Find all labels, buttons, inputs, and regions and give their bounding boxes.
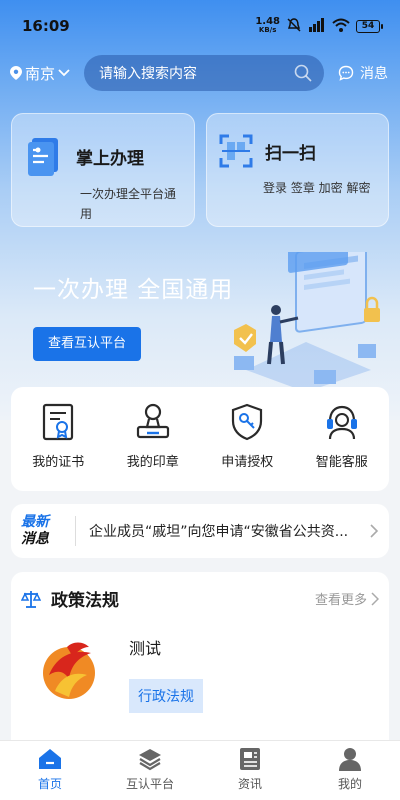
bottom-tab-bar: 首页 互认平台 资讯 我的 [0,740,400,800]
message-label: 消息 [360,66,388,82]
header: 南京 请输入搜索内容 消息 [0,54,400,92]
user-icon [339,748,361,771]
news-text: 企业成员“戚坦”向您申请“安徽省公共资... [89,524,349,540]
policy-item-title: 测试 [129,639,162,658]
quick-action-label: 我的证书 [32,455,85,470]
chevron-right-icon [370,524,379,538]
view-more-label: 查看更多 [314,593,367,608]
smart-service-button[interactable]: 智能客服 [302,403,382,491]
policy-title: 政策法规 [51,591,119,611]
news-tag-line1: 最新 [21,514,49,530]
tab-label: 首页 [37,777,62,791]
card-description: 一次办理全平台通用 [80,187,177,221]
mute-icon [286,17,302,36]
city-selector[interactable]: 南京 [10,63,84,84]
my-certificate-button[interactable]: 我的证书 [18,403,98,491]
quick-action-label: 申请授权 [221,455,274,470]
phoenix-logo [43,642,95,699]
signal-icon [308,17,326,35]
wifi-icon [332,18,350,35]
scan-icon [219,134,253,168]
seal-icon [136,403,169,439]
search-icon [294,64,312,82]
headset-icon [326,405,357,440]
net-speed: 1.48 KB/s [255,17,280,35]
status-time: 16:09 [22,17,70,35]
card-title: 扫一扫 [265,143,316,164]
document-icon [28,138,58,176]
search-placeholder: 请输入搜索内容 [99,66,197,82]
tab-home[interactable]: 首页 [0,741,100,800]
view-more-link[interactable]: 查看更多 [315,589,379,608]
apply-authorization-button[interactable]: 申请授权 [207,403,287,491]
chevron-right-icon [371,591,379,606]
city-label: 南京 [25,64,56,83]
view-platform-button[interactable]: 查看互认平台 [33,327,141,361]
quick-action-label: 智能客服 [315,455,368,470]
status-bar: 16:09 1.48 KB/s 54 [0,0,400,52]
tab-news[interactable]: 资讯 [200,741,300,800]
banner-headline: 一次办理 全国通用 [33,277,234,303]
platform-illustration [234,252,380,392]
home-icon [39,749,61,769]
card-title: 掌上办理 [76,148,144,169]
policy-header: 政策法规 查看更多 [21,586,379,611]
battery-icon: 54 [356,19,383,33]
quick-action-label: 我的印章 [126,455,179,470]
policy-category-badge: 行政法规 [129,679,203,713]
certificate-icon [43,403,74,441]
tab-mutual-platform[interactable]: 互认平台 [100,741,200,800]
net-speed-value: 1.48 [255,16,280,27]
layers-icon [139,749,161,771]
status-icons: 1.48 KB/s 54 [255,17,383,36]
chat-bubble-icon [338,65,354,81]
promo-banner[interactable]: 一次办理 全国通用 查看互认平台 [0,240,400,392]
policy-item[interactable]: 测试 行政法规 [21,635,379,713]
tab-label: 资讯 [237,777,262,791]
key-shield-icon [232,403,263,441]
policy-item-info: 测试 行政法规 [129,635,203,713]
my-seal-button[interactable]: 我的印章 [113,403,193,491]
scan-card[interactable]: 扫一扫 登录 签章 加密 解密 [206,113,389,227]
quick-actions-panel: 我的证书 我的印章 申请授权 智能客服 [11,387,389,491]
mobile-handling-card[interactable]: 掌上办理 一次办理全平台通用 [11,113,195,227]
tab-label: 我的 [337,777,362,791]
tab-mine[interactable]: 我的 [300,741,400,800]
newspaper-icon [240,748,260,770]
message-button[interactable]: 消息 [338,63,388,83]
card-description: 登录 签章 加密 解密 [263,181,371,195]
news-tag: 最新 消息 [21,514,61,548]
tab-label: 互认平台 [125,777,174,791]
divider [75,516,76,546]
latest-news-bar[interactable]: 最新 消息 企业成员“戚坦”向您申请“安徽省公共资... [11,504,389,558]
net-speed-unit: KB/s [258,26,277,34]
location-pin-icon [10,66,22,80]
chevron-down-icon [58,69,70,77]
news-tag-line2: 消息 [21,531,49,547]
search-input[interactable]: 请输入搜索内容 [84,55,324,91]
scale-icon [21,590,41,608]
